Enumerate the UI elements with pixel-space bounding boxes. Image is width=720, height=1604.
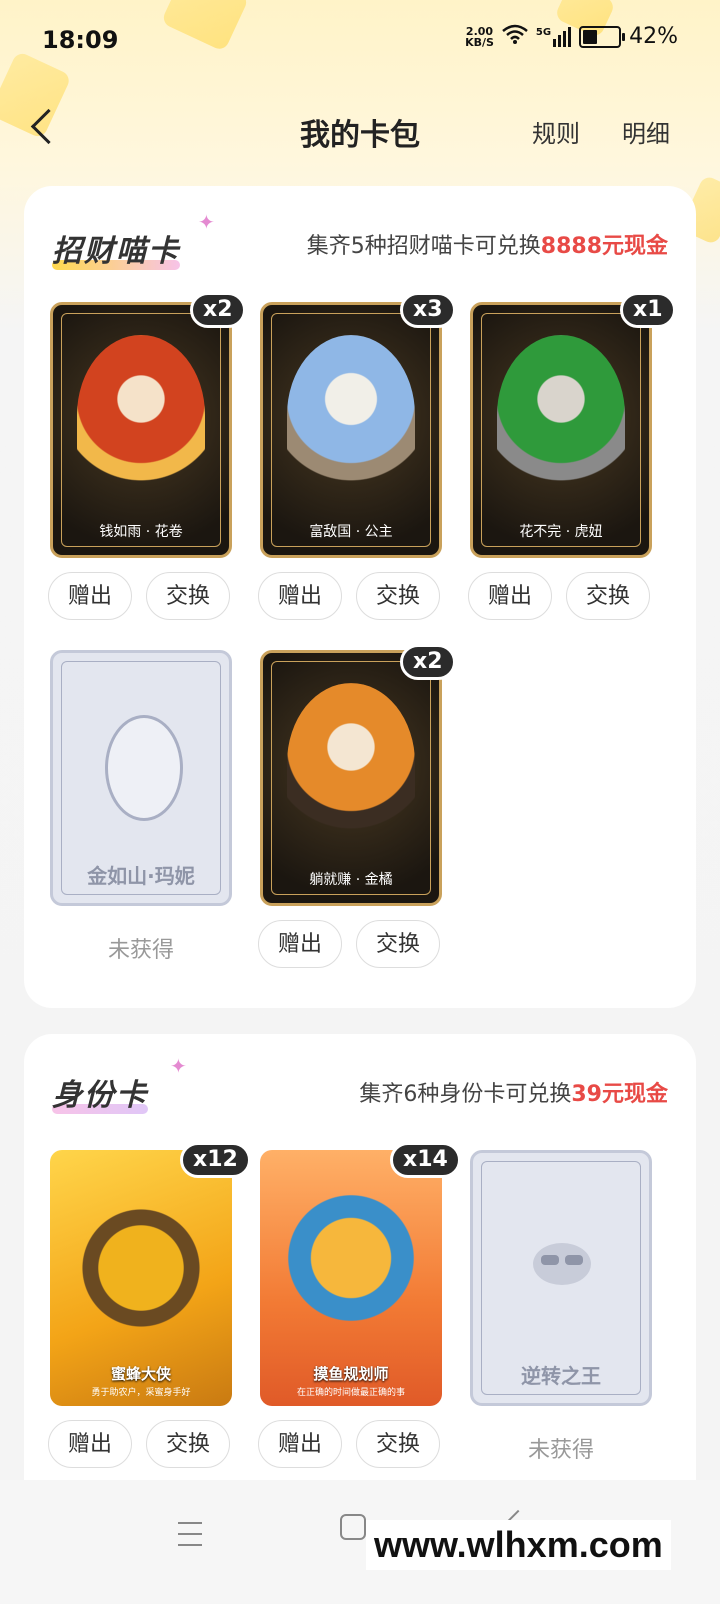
card-reversal-king-locked[interactable]: 逆转之王	[470, 1150, 652, 1406]
gift-button[interactable]: 赠出	[48, 572, 132, 620]
section-reward-description: 集齐5种招财喵卡可兑换8888元现金	[306, 234, 668, 259]
card-name: 躺就赚 · 金橘	[309, 872, 393, 888]
cat-illustration	[497, 335, 625, 495]
card-lucky-cat-1[interactable]: 钱如雨 · 花卷	[50, 302, 232, 558]
card-bee-hero[interactable]: 蜜蜂大侠 勇于助农户，采蜜身手好	[50, 1150, 232, 1406]
network-speed: 2.00 KB/S	[465, 24, 494, 49]
card-lucky-cat-5[interactable]: 躺就赚 · 金橘	[260, 650, 442, 906]
gift-button[interactable]: 赠出	[258, 572, 342, 620]
card-count-badge: x1	[620, 292, 676, 328]
card-lucky-cat-3[interactable]: 花不完 · 虎妞	[470, 302, 652, 558]
gift-button[interactable]: 赠出	[468, 572, 552, 620]
home-icon[interactable]	[340, 1514, 366, 1540]
swap-button[interactable]: 交换	[356, 1420, 440, 1468]
watermark-text: www.wlhxm.com	[366, 1520, 671, 1570]
cellular-signal-icon: 5G	[535, 26, 572, 47]
sparkle-icon: ✦	[170, 1054, 187, 1078]
wifi-icon	[502, 24, 528, 49]
card-count-badge: x2	[190, 292, 246, 328]
card-lucky-cat-4-locked[interactable]: 金如山·玛妮	[50, 650, 232, 906]
card-name: 金如山·玛妮	[87, 864, 195, 888]
section-title: 招财喵卡	[52, 234, 180, 270]
sparkle-icon: ✦	[198, 210, 215, 234]
card-count-badge: x3	[400, 292, 456, 328]
cat-illustration	[287, 335, 415, 495]
not-obtained-label: 未获得	[107, 938, 174, 963]
battery-icon	[579, 25, 626, 48]
top-nav: 我的卡包 规则 明细	[0, 90, 720, 170]
network-type-label: 5G	[535, 26, 552, 38]
card-name: 富敌国 · 公主	[309, 524, 393, 540]
identity-card-section: 身份卡 ✦ 集齐6种身份卡可兑换39元现金 蜜蜂大侠 勇于助农户，采蜜身手好 x…	[24, 1034, 696, 1514]
gift-button[interactable]: 赠出	[258, 920, 342, 968]
card-name: 摸鱼规划师	[313, 1365, 389, 1383]
gift-button[interactable]: 赠出	[258, 1420, 342, 1468]
rules-link[interactable]: 规则	[532, 114, 580, 149]
gift-button[interactable]: 赠出	[48, 1420, 132, 1468]
not-obtained-label: 未获得	[527, 1438, 594, 1463]
swap-button[interactable]: 交换	[146, 572, 230, 620]
status-bar: 18:09 2.00 KB/S 5G 42%	[0, 0, 720, 80]
card-count-badge: x14	[390, 1142, 461, 1178]
section-reward-description: 集齐6种身份卡可兑换39元现金	[359, 1082, 668, 1107]
cat-silhouette-icon	[105, 715, 183, 821]
lucky-cat-card-section: 招财喵卡 ✦ 集齐5种招财喵卡可兑换8888元现金 钱如雨 · 花卷 x2 赠出…	[24, 186, 696, 1008]
card-name: 钱如雨 · 花卷	[99, 524, 183, 540]
card-subtitle: 勇于助农户，采蜜身手好	[91, 1388, 191, 1398]
menu-icon[interactable]	[178, 1522, 202, 1546]
cat-illustration	[287, 683, 415, 843]
card-fish-planner[interactable]: 摸鱼规划师 在正确的时间做最正确的事	[260, 1150, 442, 1406]
card-count-badge: x12	[180, 1142, 251, 1178]
page-title: 我的卡包	[300, 118, 420, 153]
swap-button[interactable]: 交换	[356, 920, 440, 968]
card-name: 蜜蜂大侠	[110, 1365, 171, 1383]
sunglasses-icon	[533, 1243, 591, 1285]
status-time: 18:09	[42, 26, 119, 54]
card-lucky-cat-2[interactable]: 富敌国 · 公主	[260, 302, 442, 558]
swap-button[interactable]: 交换	[566, 572, 650, 620]
battery-percent: 42%	[629, 24, 678, 49]
cat-illustration	[77, 335, 205, 495]
card-name: 花不完 · 虎妞	[519, 524, 603, 540]
card-count-badge: x2	[400, 644, 456, 680]
card-name: 逆转之王	[521, 1364, 601, 1388]
swap-button[interactable]: 交换	[146, 1420, 230, 1468]
details-link[interactable]: 明细	[622, 114, 670, 149]
card-subtitle: 在正确的时间做最正确的事	[296, 1388, 405, 1398]
section-title: 身份卡	[52, 1078, 148, 1114]
fish-illustration	[280, 1186, 422, 1346]
swap-button[interactable]: 交换	[356, 572, 440, 620]
bee-illustration	[70, 1190, 212, 1346]
